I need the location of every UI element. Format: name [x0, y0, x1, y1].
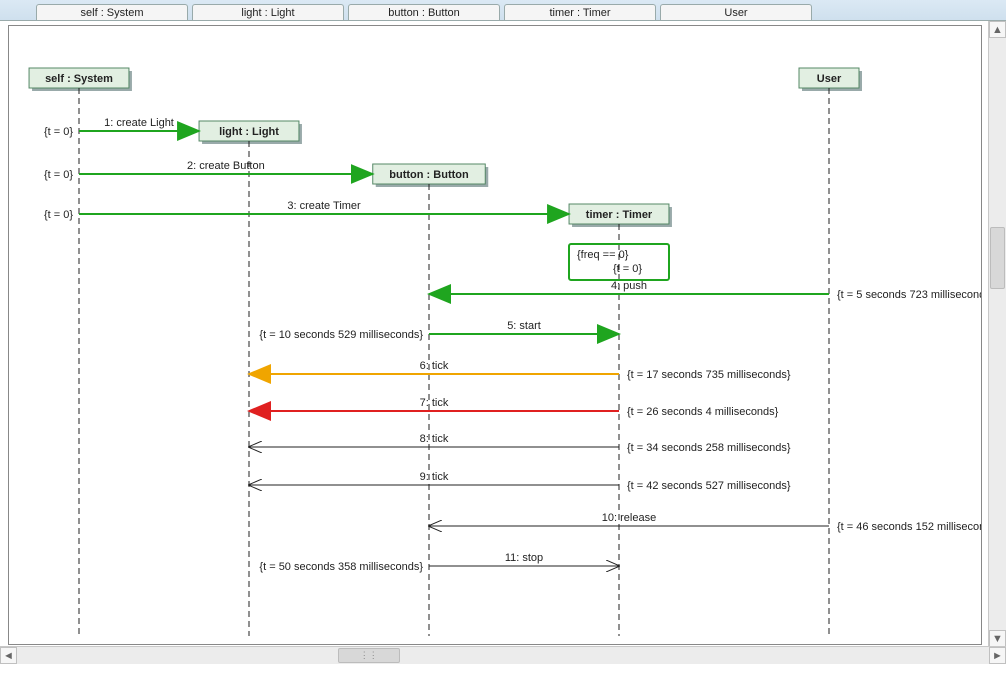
- svg-text:self : System: self : System: [45, 73, 113, 85]
- svg-text:{t = 46 seconds 152 millisecon: {t = 46 seconds 152 milliseconds}: [837, 521, 981, 533]
- svg-text:{t = 50 seconds 358 millisecon: {t = 50 seconds 358 milliseconds}: [259, 561, 423, 573]
- tab-label: User: [724, 7, 747, 19]
- scroll-right-icon[interactable]: ►: [989, 647, 1006, 664]
- svg-text:4: push: 4: push: [611, 280, 647, 292]
- svg-text:8: tick: 8: tick: [420, 433, 449, 445]
- scroll-left-icon[interactable]: ◄: [0, 647, 17, 664]
- lifeline-tabs-bar: self : System light : Light button : But…: [0, 0, 1006, 21]
- tab-label: light : Light: [241, 7, 294, 19]
- svg-text:10: release: 10: release: [602, 512, 656, 524]
- tab-user[interactable]: User: [660, 4, 812, 20]
- svg-text:{t = 17 seconds 735 millisecon: {t = 17 seconds 735 milliseconds}: [627, 369, 791, 381]
- hscroll-thumb[interactable]: ⋮⋮: [338, 648, 400, 663]
- tab-label: self : System: [81, 7, 144, 19]
- svg-text:6: tick: 6: tick: [420, 360, 449, 372]
- svg-text:{t = 42 seconds 527 millisecon: {t = 42 seconds 527 milliseconds}: [627, 480, 791, 492]
- svg-text:{freq == 0}: {freq == 0}: [577, 249, 629, 261]
- svg-text:3: create Timer: 3: create Timer: [287, 200, 361, 212]
- svg-text:timer : Timer: timer : Timer: [586, 209, 653, 221]
- vscroll-thumb[interactable]: [990, 227, 1005, 289]
- svg-text:light : Light: light : Light: [219, 126, 279, 138]
- svg-text:{t = 34 seconds 258 millisecon: {t = 34 seconds 258 milliseconds}: [627, 442, 791, 454]
- svg-text:7: tick: 7: tick: [420, 397, 449, 409]
- vscroll-track[interactable]: [989, 38, 1006, 630]
- tab-button[interactable]: button : Button: [348, 4, 500, 20]
- svg-text:5: start: 5: start: [507, 320, 541, 332]
- scroll-up-icon[interactable]: ▲: [989, 21, 1006, 38]
- diagram-canvas-wrap: self : System User light : Light button : B…: [0, 21, 1006, 664]
- tab-self[interactable]: self : System: [36, 4, 188, 20]
- svg-text:{t = 0}: {t = 0}: [613, 263, 642, 275]
- svg-text:{t = 0}: {t = 0}: [44, 126, 73, 138]
- sequence-diagram-svg: self : System User light : Light button : B…: [9, 26, 981, 644]
- svg-text:{t = 5 seconds 723 millisecond: {t = 5 seconds 723 milliseconds}: [837, 289, 981, 301]
- svg-text:11: stop: 11: stop: [505, 552, 543, 564]
- svg-text:{t = 10 seconds 529 millisecon: {t = 10 seconds 529 milliseconds}: [259, 329, 423, 341]
- svg-text:{t = 0}: {t = 0}: [44, 209, 73, 221]
- tab-timer[interactable]: timer : Timer: [504, 4, 656, 20]
- svg-text:User: User: [817, 73, 842, 85]
- vertical-scrollbar[interactable]: ▲ ▼: [988, 21, 1006, 647]
- diagram-canvas[interactable]: self : System User light : Light button : B…: [0, 21, 1006, 647]
- horizontal-scrollbar[interactable]: ◄ ⋮⋮ ►: [0, 646, 1006, 664]
- hscroll-track[interactable]: ⋮⋮: [17, 647, 989, 664]
- scroll-down-icon[interactable]: ▼: [989, 630, 1006, 647]
- tab-label: timer : Timer: [549, 7, 610, 19]
- svg-text:{t = 0}: {t = 0}: [44, 169, 73, 181]
- tab-label: button : Button: [388, 7, 460, 19]
- diagram-frame: self : System User light : Light button : B…: [8, 25, 982, 645]
- svg-text:{t = 26 seconds 4 milliseconds: {t = 26 seconds 4 milliseconds}: [627, 406, 779, 418]
- svg-text:1: create Light: 1: create Light: [104, 117, 174, 129]
- tab-light[interactable]: light : Light: [192, 4, 344, 20]
- svg-text:2: create Button: 2: create Button: [187, 160, 265, 172]
- svg-text:button : Button: button : Button: [389, 169, 469, 181]
- svg-text:9: tick: 9: tick: [420, 471, 449, 483]
